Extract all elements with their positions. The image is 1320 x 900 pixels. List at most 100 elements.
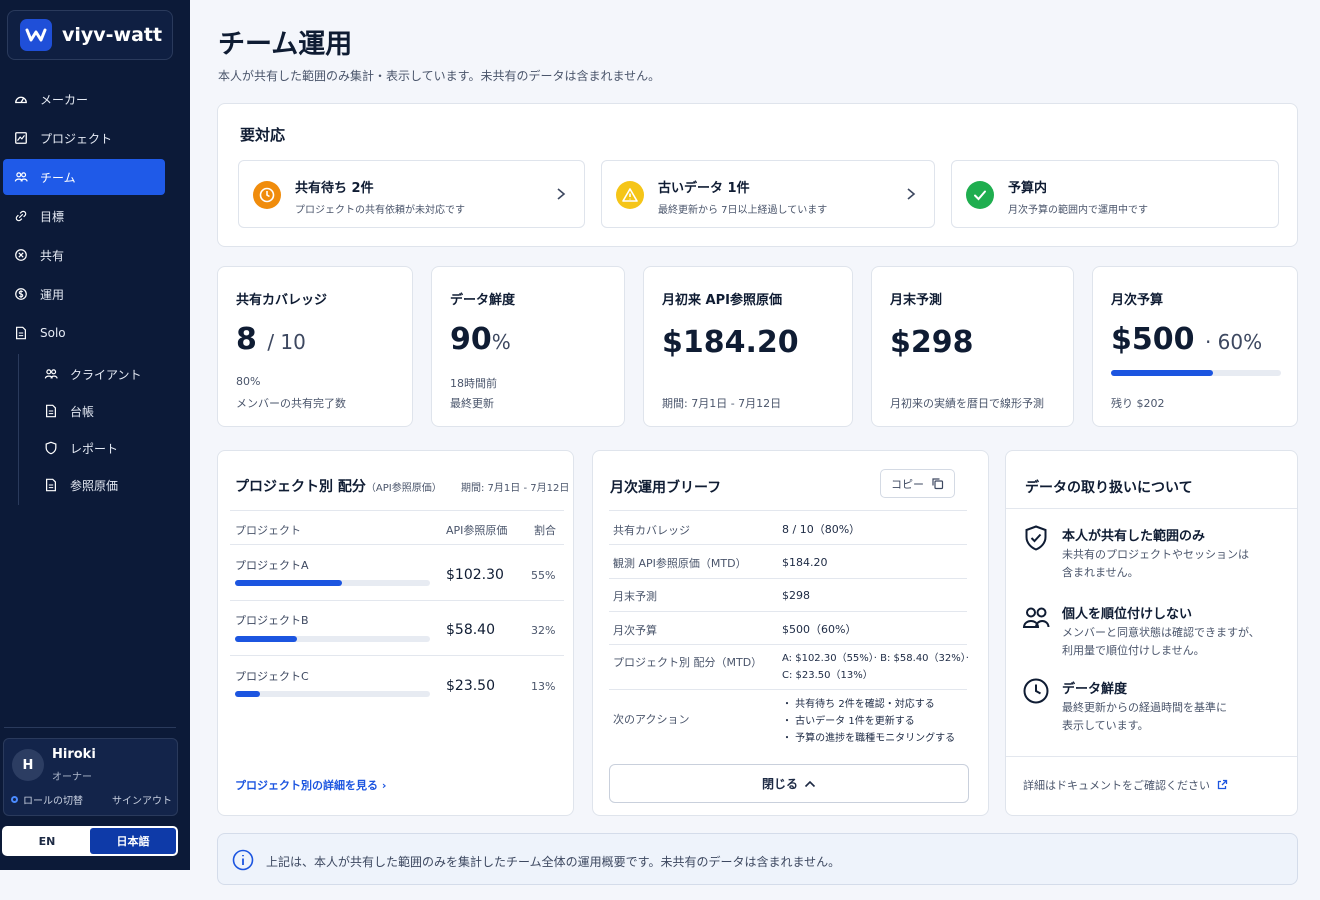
kpi-label: 月末予測 — [890, 293, 943, 308]
kpi-label: 月次予算 — [1111, 293, 1164, 308]
nav-label: メーカー — [40, 92, 89, 107]
nav-item-report[interactable]: レポート — [19, 431, 178, 465]
nav-label: プロジェクト — [40, 131, 113, 146]
app-logo[interactable]: viyv-watt — [7, 10, 173, 60]
kpi-value-number: 90 — [450, 322, 492, 357]
project-share-bar — [235, 580, 430, 586]
nav-label: Solo — [40, 326, 66, 340]
kpi-value: $500 · 60% — [1111, 322, 1262, 357]
nav-item-client[interactable]: クライアント — [19, 357, 178, 391]
alert-title: 予算内 — [1008, 181, 1048, 196]
kpi-value: 90% — [450, 322, 511, 357]
kpi-freshness: データ鮮度 90% 18時間前 最終更新 — [431, 266, 625, 427]
copy-button[interactable]: コピー — [880, 469, 955, 498]
brief-key: 観測 API参照原価（MTD） — [613, 557, 747, 570]
close-brief-button[interactable]: 閉じる — [609, 764, 969, 803]
col-header-project: プロジェクト — [235, 524, 301, 537]
brief-value: C: $23.50（13%） — [782, 670, 873, 681]
kpi-sub1: 期間: 7月1日 - 7月12日 — [662, 397, 782, 410]
info-text: 上記は、本人が共有した範囲のみを集計したチーム全体の運用概要です。未共有のデータ… — [266, 855, 841, 869]
brief-value: 8 / 10（80%） — [782, 523, 861, 536]
lang-ja-button[interactable]: 日本語 — [90, 828, 176, 854]
solo-subnav: クライアント 台帳 レポート 参照原価 — [18, 354, 178, 505]
brief-value: $500（60%） — [782, 623, 857, 636]
kpi-value: 8 / 10 — [236, 322, 306, 357]
alerts-card: 要対応 共有待ち 2件 プロジェクトの共有依頼が未対応です 古いデータ 1件 最… — [217, 103, 1298, 247]
alerts-title: 要対応 — [240, 126, 286, 144]
document-icon — [16, 326, 26, 340]
alert-pending-share[interactable]: 共有待ち 2件 プロジェクトの共有依頼が未対応です — [238, 160, 585, 228]
nav-item-reference-cost[interactable]: 参照原価 — [19, 468, 178, 502]
warning-icon — [616, 181, 644, 209]
alert-within-budget: 予算内 月次予算の範囲内で運用中です — [951, 160, 1279, 228]
brief-key: プロジェクト別 配分（MTD） — [613, 656, 763, 669]
nav-item-ledger[interactable]: 台帳 — [19, 394, 178, 428]
clock-icon — [253, 181, 281, 209]
nav-label: 台帳 — [70, 404, 95, 419]
policy-item-desc: 含まれません。 — [1062, 566, 1139, 579]
policy-item-title: 本人が共有した範囲のみ — [1062, 529, 1206, 544]
nav-item-project[interactable]: プロジェクト — [0, 120, 190, 156]
main-content: チーム運用 本人が共有した範囲のみ集計・表示しています。未共有のデータは含まれま… — [190, 0, 1320, 900]
page-title: チーム運用 — [218, 29, 353, 60]
brief-action: ・ 共有待ち 2件を確認・対応する — [782, 699, 935, 710]
nav-item-team[interactable]: チーム — [3, 159, 165, 195]
projects-title-text: プロジェクト別 配分 — [235, 479, 366, 495]
kpi-label: 月初来 API参照原価 — [662, 293, 782, 308]
kpi-value-total: / 10 — [267, 330, 306, 354]
budget-progress-bar — [1111, 370, 1281, 376]
alert-stale-data[interactable]: 古いデータ 1件 最終更新から 7日以上経過しています — [601, 160, 935, 228]
policy-item-desc: 利用量で順位付けしません。 — [1062, 644, 1205, 657]
nav-item-share[interactable]: 共有 — [0, 237, 190, 273]
info-icon — [232, 849, 254, 871]
lang-en-button[interactable]: EN — [4, 828, 90, 854]
nav-item-goal[interactable]: 目標 — [0, 198, 190, 234]
alert-title: 古いデータ 1件 — [658, 181, 750, 196]
projects-title: プロジェクト別 配分（API参照原価） — [235, 476, 442, 496]
signout-button[interactable]: サインアウト — [112, 792, 172, 807]
project-share-bar — [235, 691, 430, 697]
divider — [230, 510, 564, 511]
role-switch-label: ロールの切替 — [23, 796, 83, 807]
nav-label: 共有 — [40, 248, 65, 263]
chevron-up-icon — [804, 780, 816, 787]
users-icon — [44, 369, 58, 379]
docs-link[interactable]: 詳細はドキュメントをご確認ください — [1023, 777, 1228, 793]
brief-key: 月末予測 — [613, 590, 657, 603]
users-icon — [1022, 607, 1050, 628]
kpi-coverage: 共有カバレッジ 8 / 10 80% メンバーの共有完了数 — [217, 266, 413, 427]
project-details-link[interactable]: プロジェクト別の詳細を見る › — [235, 777, 386, 793]
project-share: 55% — [531, 569, 556, 582]
divider — [1006, 508, 1297, 509]
document-icon — [46, 478, 56, 492]
shield-check-icon — [1025, 525, 1047, 551]
info-banner: 上記は、本人が共有した範囲のみを集計したチーム全体の運用概要です。未共有のデータ… — [217, 833, 1298, 885]
gauge-icon — [15, 96, 27, 104]
link-icon — [15, 210, 27, 222]
projects-note: （API参照原価） — [365, 483, 442, 494]
nav-item-ops[interactable]: 運用 — [0, 276, 190, 312]
nav-item-solo[interactable]: Solo — [0, 315, 190, 351]
brief-action: ・ 予算の進捗を職種モニタリングする — [782, 733, 956, 744]
kpi-value: $298 — [890, 325, 974, 360]
project-share-fill — [235, 691, 261, 697]
nav-label: チーム — [40, 170, 76, 185]
kpi-sub2: メンバーの共有完了数 — [236, 397, 346, 410]
projects-period: 期間: 7月1日 - 7月12日 — [461, 483, 570, 494]
brief-action: ・ 古いデータ 1件を更新する — [782, 716, 915, 727]
kpi-sub1: 残り $202 — [1111, 397, 1165, 410]
project-cost: $58.40 — [446, 622, 495, 638]
nav-item-maker[interactable]: メーカー — [0, 81, 190, 117]
kpi-forecast: 月末予測 $298 月初来の実績を暦日で線形予測 — [871, 266, 1074, 427]
brief-key: 共有カバレッジ — [613, 524, 690, 537]
role-switch-button[interactable]: ロールの切替 — [11, 792, 83, 807]
divider — [609, 510, 967, 511]
users-icon — [14, 172, 28, 182]
divider — [609, 578, 967, 579]
nav-label: 運用 — [40, 287, 65, 302]
data-policy-card: データの取り扱いについて 本人が共有した範囲のみ 未共有のプロジェクトやセッショ… — [1005, 450, 1298, 816]
link-label: プロジェクト別の詳細を見る — [235, 779, 378, 792]
brief-value: A: $102.30（55%）· B: $58.40（32%）· — [782, 653, 969, 664]
avatar[interactable]: H — [12, 749, 44, 781]
close-label: 閉じる — [761, 777, 798, 791]
